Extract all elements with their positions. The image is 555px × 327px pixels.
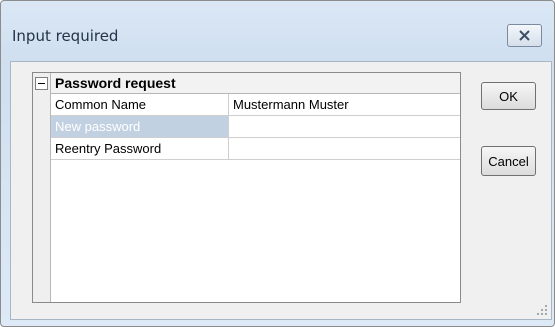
- reentry-password-field[interactable]: [229, 138, 460, 159]
- close-button[interactable]: [507, 24, 542, 47]
- property-name: Common Name: [51, 94, 229, 115]
- dialog-content: Password request Common Name Mustermann …: [10, 61, 552, 320]
- close-icon: [519, 30, 530, 41]
- collapse-minus-icon[interactable]: [35, 77, 48, 90]
- cancel-button[interactable]: Cancel: [481, 146, 536, 176]
- common-name-value[interactable]: Mustermann Muster: [229, 94, 460, 115]
- grid-gutter: [33, 73, 51, 302]
- property-row-common-name[interactable]: Common Name Mustermann Muster: [51, 94, 460, 116]
- property-name: New password: [51, 116, 229, 137]
- ok-button[interactable]: OK: [481, 82, 536, 110]
- dialog-title: Input required: [12, 27, 119, 45]
- property-name: Reentry Password: [51, 138, 229, 159]
- property-row-reentry-password[interactable]: Reentry Password: [51, 138, 460, 160]
- property-grid[interactable]: Password request Common Name Mustermann …: [32, 72, 461, 303]
- dialog-window: Input required Password request Common N…: [0, 0, 555, 327]
- property-row-new-password[interactable]: New password: [51, 116, 460, 138]
- group-header: Password request: [51, 73, 460, 94]
- resize-grip-icon[interactable]: [536, 304, 548, 316]
- new-password-field[interactable]: [229, 116, 460, 137]
